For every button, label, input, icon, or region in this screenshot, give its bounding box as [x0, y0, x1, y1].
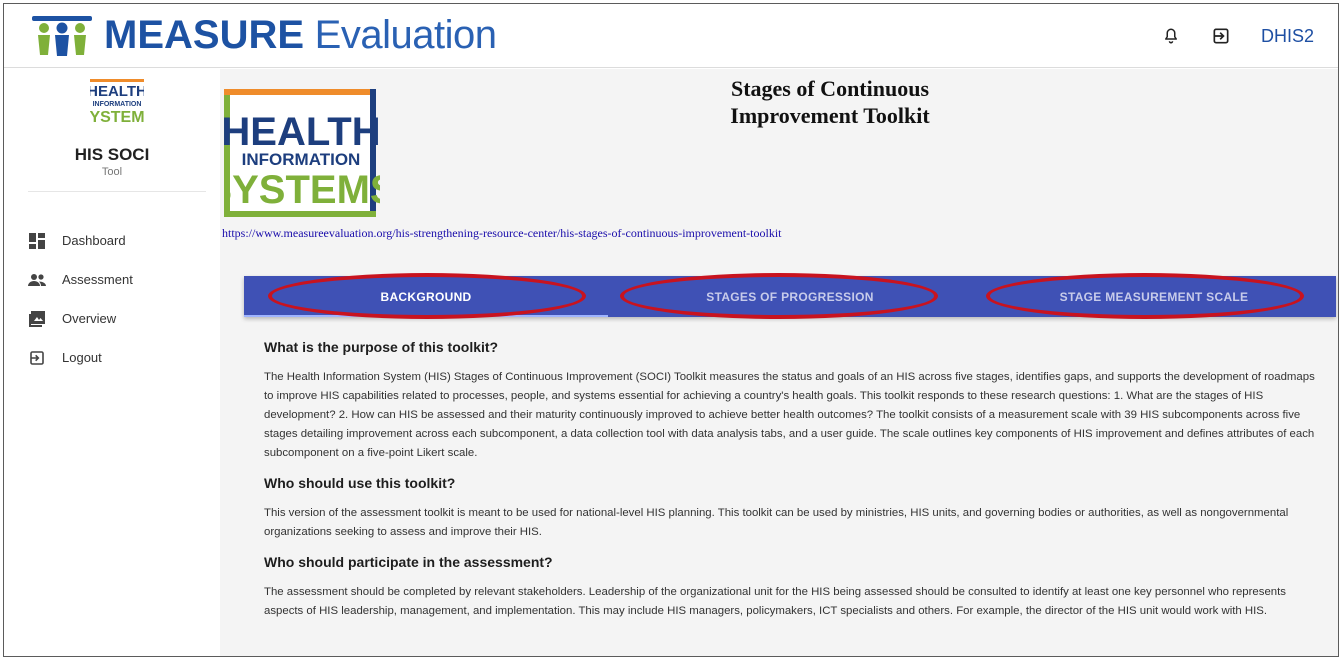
people-logo-icon — [32, 16, 92, 56]
his-logo-line2: INFORMATION — [242, 150, 361, 169]
tab-stage-measurement-scale[interactable]: STAGE MEASUREMENT SCALE — [972, 276, 1336, 317]
page-title-line1: Stages of Continuous — [730, 76, 930, 101]
top-app-bar: MEASURE Evaluation DHIS2 — [4, 4, 1338, 68]
tool-title: HIS SOCI — [74, 145, 150, 164]
sidebar-nav: Dashboard Assessment Overview Logout — [28, 221, 133, 377]
his-logo-line1: HEALTH — [224, 110, 380, 154]
his-logo-line3: SYSTEMS — [224, 168, 380, 212]
sidebar: HEALTH INFORMATION SYSTEMS HIS SOCI Tool… — [4, 69, 220, 656]
logout-icon — [28, 349, 46, 367]
brand-light-text: Evaluation — [304, 13, 497, 57]
health-information-systems-logo: HEALTH INFORMATION SYSTEMS — [224, 89, 380, 217]
sidebar-item-label: Logout — [62, 350, 102, 365]
toolkit-link[interactable]: https://www.measureevaluation.org/his-st… — [222, 226, 782, 241]
svg-text:INFORMATION: INFORMATION — [93, 101, 142, 108]
sidebar-divider — [28, 191, 206, 192]
section-body: The assessment should be completed by re… — [264, 586, 1286, 617]
sidebar-item-label: Overview — [62, 311, 117, 326]
sidebar-item-overview[interactable]: Overview — [28, 299, 133, 338]
logout-icon[interactable] — [1207, 22, 1235, 50]
background-content: What is the purpose of this toolkit? The… — [264, 339, 1324, 633]
app-window: MEASURE Evaluation DHIS2 HEALTH INFORMAT… — [3, 3, 1339, 657]
his-small-logo: HEALTH INFORMATION SYSTEMS — [90, 79, 144, 126]
main-content: HEALTH INFORMATION SYSTEMS Stages of Con… — [220, 69, 1338, 656]
brand-bold-text: MEASURE — [104, 13, 305, 57]
tab-background[interactable]: BACKGROUND — [244, 276, 608, 317]
tab-bar: BACKGROUND STAGES OF PROGRESSION STAGE M… — [244, 276, 1336, 317]
dashboard-icon — [28, 232, 46, 250]
section-body: The Health Information System (HIS) Stag… — [264, 371, 1315, 459]
sidebar-item-assessment[interactable]: Assessment — [28, 260, 133, 299]
sidebar-item-logout[interactable]: Logout — [28, 338, 133, 377]
image-icon — [28, 310, 46, 328]
section-heading: Who should participate in the assessment… — [264, 554, 553, 570]
sidebar-item-dashboard[interactable]: Dashboard — [28, 221, 133, 260]
bell-icon[interactable] — [1157, 22, 1185, 50]
section-body: This version of the assessment toolkit i… — [264, 507, 1289, 538]
section-heading: Who should use this toolkit? — [264, 475, 456, 491]
section-heading: What is the purpose of this toolkit? — [264, 339, 499, 355]
svg-text:HEALTH: HEALTH — [90, 83, 144, 100]
page-title-line2: Improvement Toolkit — [730, 103, 930, 128]
svg-text:SYSTEMS: SYSTEMS — [90, 109, 144, 126]
dhis2-app-link[interactable]: DHIS2 — [1261, 26, 1314, 47]
tab-stages-of-progression[interactable]: STAGES OF PROGRESSION — [608, 276, 972, 317]
measure-evaluation-logo[interactable]: MEASURE Evaluation — [30, 12, 497, 58]
sidebar-item-label: Assessment — [62, 272, 133, 287]
people-icon — [28, 271, 46, 289]
sidebar-item-label: Dashboard — [62, 233, 126, 248]
page-title: Stages of Continuous Improvement Toolkit — [640, 75, 1020, 129]
tool-subtitle: Tool — [101, 166, 123, 178]
